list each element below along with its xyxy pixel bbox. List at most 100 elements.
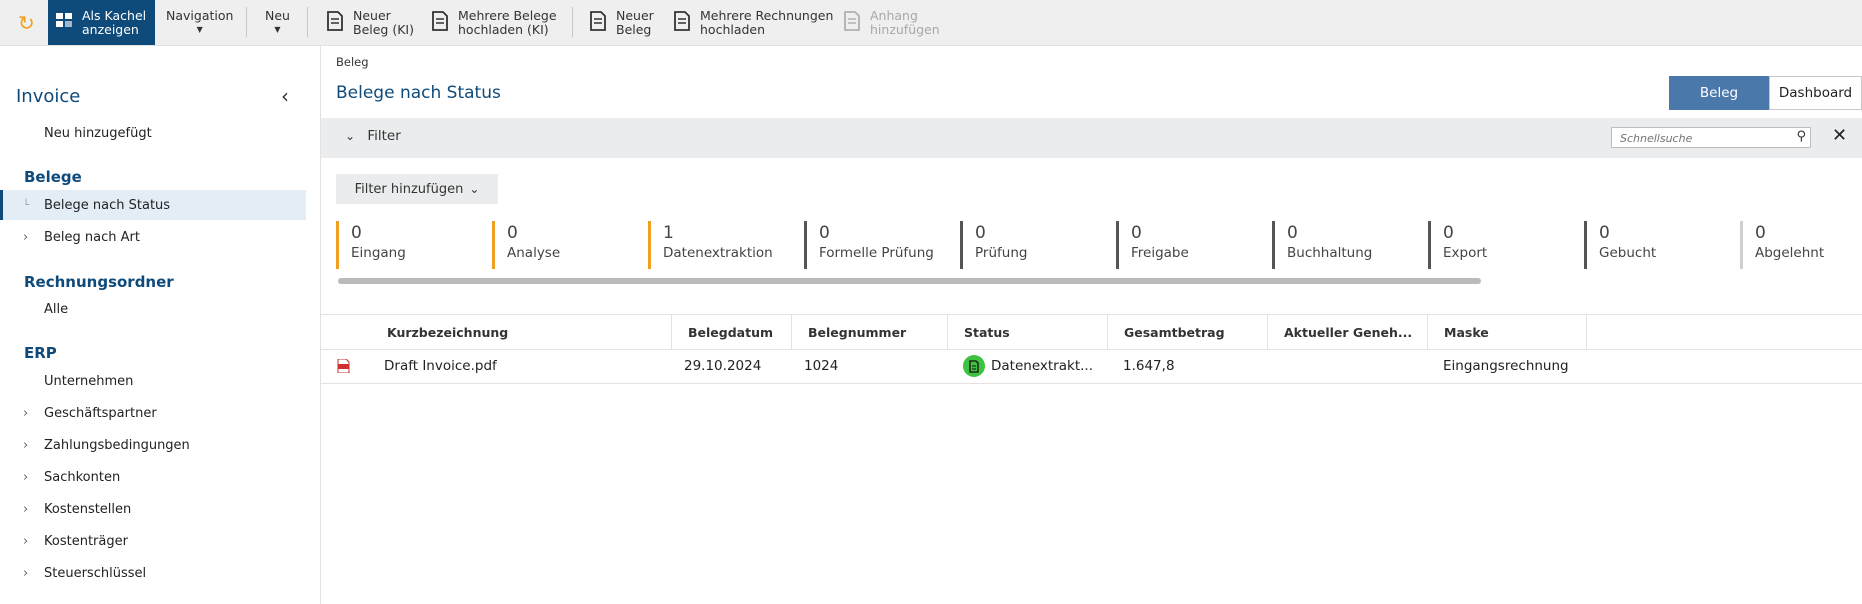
status-tile-abgelehnt[interactable]: 0 Abgelehnt [1740, 221, 1862, 269]
chevron-right-icon[interactable]: › [23, 230, 28, 245]
status-tile-pruefung[interactable]: 0 Prüfung [960, 221, 1110, 269]
tile-view-button[interactable]: Als Kachel anzeigen [48, 0, 155, 45]
add-attachment-label-1: Anhang [870, 7, 918, 23]
sidebar-item-label: Kostenträger [44, 533, 128, 549]
status-tile-freigabe[interactable]: 0 Freigabe [1116, 221, 1266, 269]
column-header-aktueller-genehmiger[interactable]: Aktueller Geneh... [1267, 315, 1427, 349]
status-count: 0 [1131, 223, 1142, 243]
new-document-button[interactable]: Neuer Beleg [588, 0, 654, 45]
status-tile-buchhaltung[interactable]: 0 Buchhaltung [1272, 221, 1422, 269]
main-content: Beleg Belege nach Status Beleg Dashboard… [321, 46, 1862, 604]
new-document-label-2: Beleg [616, 21, 652, 37]
upload-multiple-documents-ai-button[interactable]: Mehrere Belege hochladen (KI) [430, 0, 557, 45]
sidebar-item-steuerschluessel[interactable]: › Steuerschlüssel [0, 558, 306, 588]
sidebar-item-zahlungsbedingungen[interactable]: › Zahlungsbedingungen [0, 430, 306, 460]
sidebar-section-belege: Belege [24, 168, 82, 186]
sidebar-item-alle[interactable]: Alle [0, 294, 306, 324]
navigation-menu[interactable]: Navigation ▼ [166, 0, 233, 45]
chevron-right-icon[interactable]: › [23, 566, 28, 581]
table-row[interactable]: Draft Invoice.pdf 29.10.2024 1024 Datene… [321, 349, 1862, 384]
status-count: 0 [975, 223, 986, 243]
sidebar-item-unternehmen[interactable]: Unternehmen [0, 366, 306, 396]
breadcrumb[interactable]: Beleg [336, 55, 369, 69]
chevron-down-icon: ▼ [196, 24, 203, 34]
pdf-file-icon [337, 359, 350, 373]
status-tile-datenextraktion[interactable]: 1 Datenextraktion [648, 221, 798, 269]
sidebar-item-label: Steuerschlüssel [44, 565, 147, 581]
column-header-belegdatum[interactable]: Belegdatum [671, 315, 791, 349]
column-header-maske[interactable]: Maske [1427, 315, 1587, 349]
status-count: 0 [507, 223, 518, 243]
upload-multiple-documents-ai-label-2: hochladen (KI) [458, 21, 549, 37]
close-icon[interactable]: ✕ [1832, 125, 1847, 146]
status-tile-export[interactable]: 0 Export [1428, 221, 1578, 269]
collapse-sidebar-button[interactable]: ‹ [281, 84, 289, 108]
upload-multiple-invoices-label-1: Mehrere Rechnungen [700, 7, 834, 23]
upload-multiple-invoices-label-2: hochladen [700, 21, 766, 37]
add-attachment-button[interactable]: Anhang hinzufügen [842, 0, 940, 45]
status-tile-gebucht[interactable]: 0 Gebucht [1584, 221, 1734, 269]
status-count: 0 [819, 223, 830, 243]
sidebar-item-belege-nach-status[interactable]: └ Belege nach Status [0, 190, 306, 220]
chevron-down-icon: ⌄ [345, 129, 356, 143]
new-document-ai-button[interactable]: Neuer Beleg (KI) [325, 0, 414, 45]
status-label: Eingang [351, 245, 406, 261]
chevron-left-icon: ‹ [281, 84, 289, 108]
new-menu[interactable]: Neu ▼ [265, 0, 290, 45]
view-toggle-dashboard[interactable]: Dashboard [1769, 76, 1862, 110]
chevron-right-icon[interactable]: › [23, 502, 28, 517]
status-count: 0 [1755, 223, 1766, 243]
cell-belegnummer: 1024 [804, 358, 839, 374]
horizontal-scrollbar[interactable] [338, 278, 1481, 284]
sidebar-item-geschaeftspartner[interactable]: › Geschäftspartner [0, 398, 306, 428]
tree-leaf-icon: └ [23, 199, 30, 211]
sidebar-item-label: Neu hinzugefügt [44, 125, 152, 141]
cell-gesamtbetrag: 1.647,8 [1123, 358, 1175, 374]
sidebar-item-sachkonten[interactable]: › Sachkonten [0, 462, 306, 492]
chevron-right-icon[interactable]: › [23, 406, 28, 421]
refresh-icon: ↻ [18, 10, 35, 35]
view-toggle-beleg[interactable]: Beleg [1669, 76, 1769, 110]
sidebar-item-label: Beleg nach Art [44, 229, 140, 245]
toolbar-divider [246, 7, 247, 37]
tile-view-icon [56, 13, 74, 32]
cell-belegdatum: 29.10.2024 [684, 358, 762, 374]
add-filter-button[interactable]: Filter hinzufügen ⌄ [336, 174, 498, 204]
cell-kurzbezeichnung: Draft Invoice.pdf [384, 358, 497, 374]
status-count: 0 [1287, 223, 1298, 243]
status-tile-formelle-pruefung[interactable]: 0 Formelle Prüfung [804, 221, 954, 269]
sidebar-item-label: Kostenstellen [44, 501, 132, 517]
sidebar-item-kostentraeger[interactable]: › Kostenträger [0, 526, 306, 556]
status-label: Buchhaltung [1287, 245, 1373, 261]
sidebar-item-neu-hinzugefuegt[interactable]: Neu hinzugefügt [0, 118, 306, 148]
sidebar-item-kostenstellen[interactable]: › Kostenstellen [0, 494, 306, 524]
status-tile-eingang[interactable]: 0 Eingang [336, 221, 486, 269]
chevron-right-icon[interactable]: › [23, 534, 28, 549]
cell-status: Datenextrakt... [963, 349, 1103, 383]
chevron-right-icon[interactable]: › [23, 470, 28, 485]
upload-multiple-invoices-button[interactable]: Mehrere Rechnungen hochladen [672, 0, 833, 45]
column-header-belegnummer[interactable]: Belegnummer [791, 315, 941, 349]
filter-toggle[interactable]: ⌄ Filter [345, 128, 401, 144]
sidebar-item-label: Geschäftspartner [44, 405, 157, 421]
column-header-gesamtbetrag[interactable]: Gesamtbetrag [1107, 315, 1267, 349]
column-header-kurzbezeichnung[interactable]: Kurzbezeichnung [371, 315, 671, 349]
status-tile-analyse[interactable]: 0 Analyse [492, 221, 642, 269]
sidebar-item-beleg-nach-art[interactable]: › Beleg nach Art [0, 222, 306, 252]
table-header: Kurzbezeichnung Belegdatum Belegnummer S… [321, 314, 1862, 350]
quick-search[interactable]: ⚲ [1611, 127, 1811, 149]
toolbar-divider [572, 7, 573, 37]
toolbar: ↻ Als Kachel anzeigen Navigation ▼ Neu ▼ … [0, 0, 1862, 46]
new-document-label-1: Neuer [616, 7, 654, 23]
chevron-right-icon[interactable]: › [23, 438, 28, 453]
cell-aktueller-genehmiger [1283, 349, 1423, 383]
refresh-button[interactable]: ↻ [18, 0, 35, 45]
document-icon [430, 10, 450, 35]
column-header-status[interactable]: Status [947, 315, 1107, 349]
status-label: Prüfung [975, 245, 1028, 261]
quick-search-input[interactable] [1618, 128, 1792, 149]
sidebar-item-label: Zahlungsbedingungen [44, 437, 190, 453]
sidebar-item-label: Unternehmen [44, 373, 134, 389]
status-label: Formelle Prüfung [819, 245, 934, 261]
search-icon[interactable]: ⚲ [1796, 129, 1806, 144]
